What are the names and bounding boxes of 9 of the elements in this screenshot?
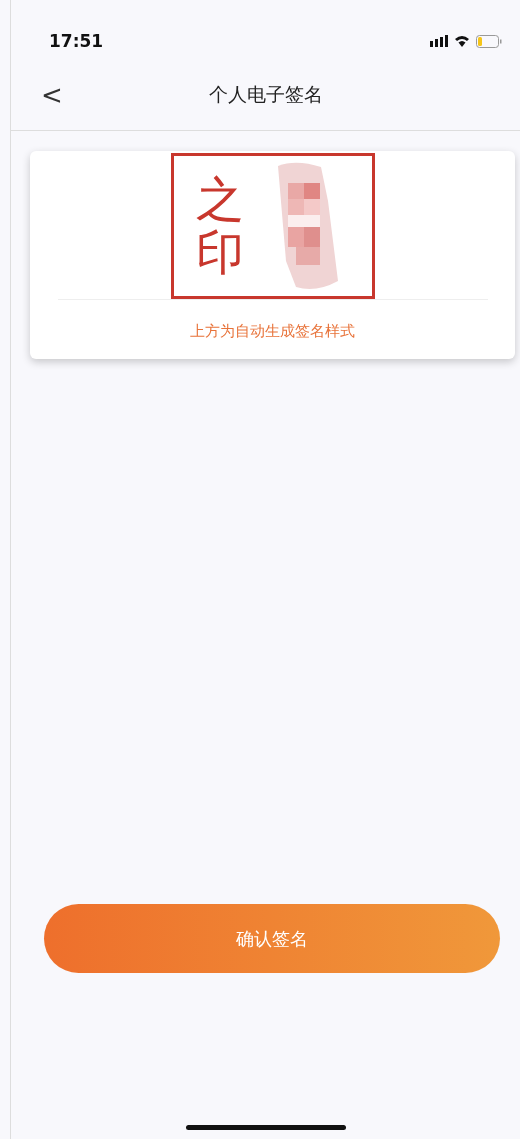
battery-icon [476,34,502,48]
seal-character: 之 [195,173,244,226]
card-caption: 上方为自动生成签名样式 [57,299,488,341]
page-title: 个人电子签名 [208,82,323,107]
seal-character: 印 [195,226,244,279]
back-button[interactable]: < [37,80,67,110]
status-time: 17:51 [49,31,104,51]
signal-icon [430,35,448,47]
wifi-icon [454,35,470,47]
